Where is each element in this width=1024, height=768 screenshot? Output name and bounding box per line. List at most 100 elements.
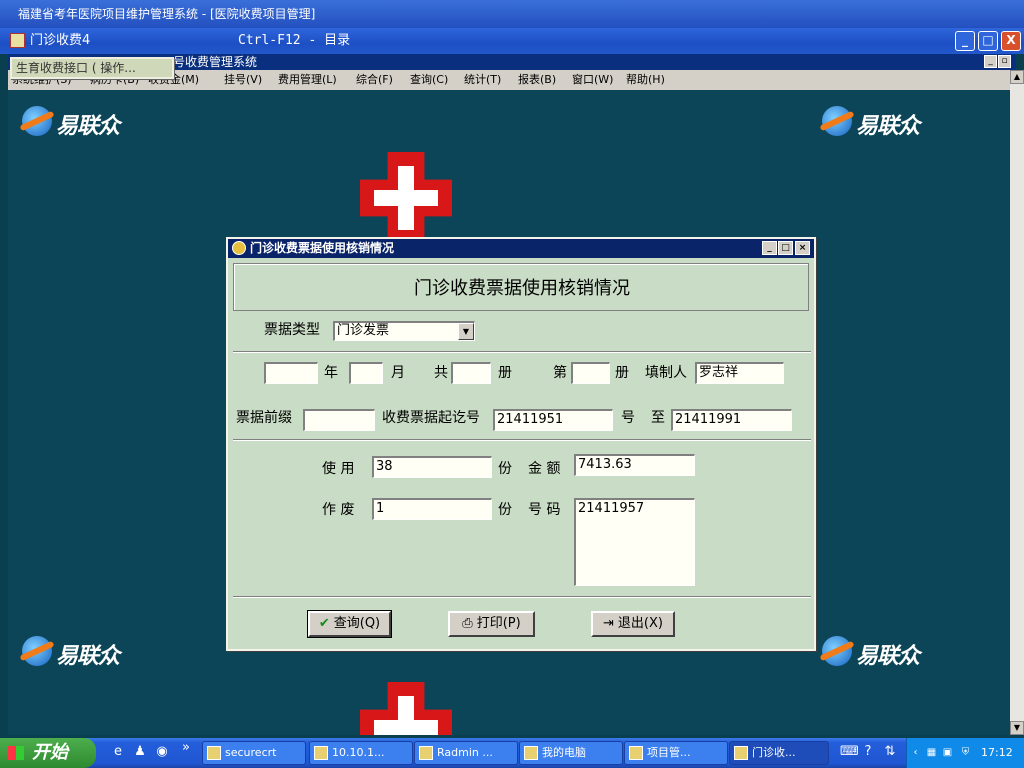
menu-item-general[interactable]: 综合(F)	[356, 70, 393, 90]
volume-number-field[interactable]	[571, 362, 610, 384]
taskbar-item-active[interactable]: 门诊收...	[729, 741, 829, 765]
logo-text: 易联众	[56, 644, 120, 669]
ticket-type-select[interactable]: 门诊发票 ▼	[333, 321, 475, 341]
taskbar-item[interactable]: securecrt	[202, 741, 306, 765]
amount-field[interactable]: 7413.63	[574, 454, 695, 476]
taskbar-item[interactable]: 我的电脑	[519, 741, 623, 765]
system-tray: ‹ ▦ ▣ ⛨ 17:12	[906, 738, 1024, 768]
amount-label: 金 额	[528, 461, 561, 477]
app-icon	[734, 746, 748, 760]
quicklaunch-more-icon[interactable]: »	[178, 740, 194, 756]
menu-item-help[interactable]: 帮助(H)	[626, 70, 665, 90]
help-icon[interactable]: ?	[860, 744, 876, 760]
inner-title: 号收费管理系统	[173, 55, 258, 69]
app-icon	[10, 33, 25, 48]
exit-button[interactable]: ⇥ 退出(X)	[591, 611, 675, 637]
prefix-field[interactable]	[303, 409, 375, 431]
main-window-titlebar[interactable]: 门诊收费4 Ctrl-F12 - 目录 _ □ X	[0, 28, 1024, 54]
dialog-close-button[interactable]: ×	[795, 241, 810, 255]
chevron-down-icon[interactable]: ▼	[458, 323, 474, 340]
printer-icon: ⎙	[462, 616, 473, 631]
ticket-type-label: 票据类型	[264, 322, 320, 338]
background-window-titlebar: 福建省考年医院项目维护管理系统 - [医院收费项目管理]	[0, 0, 1024, 28]
folder-icon	[207, 746, 221, 760]
end-number-field[interactable]: 21411991	[671, 409, 792, 431]
close-button[interactable]: X	[1001, 31, 1021, 51]
hao-label: 号	[621, 410, 635, 426]
start-button[interactable]: 开始	[0, 738, 96, 768]
brand-logo: 易联众	[822, 102, 932, 142]
dialog-titlebar[interactable]: 门诊收费票据使用核销情况 _ □ ×	[228, 239, 814, 258]
scroll-down-arrow-icon[interactable]: ▼	[1010, 721, 1024, 735]
checkmark-icon: ✔	[318, 616, 330, 631]
inner-restore-button[interactable]: ▫	[998, 55, 1011, 68]
menu-item-statistics[interactable]: 统计(T)	[464, 70, 501, 90]
interface-popup-label[interactable]: 生育收费接口 ( 操作...	[10, 57, 174, 79]
used-count-field[interactable]: 38	[372, 456, 492, 478]
start-number-label: 收费票据起讫号	[382, 410, 480, 426]
shield-icon[interactable]: ⛨	[959, 746, 972, 759]
query-button[interactable]: ✔ 查询(Q)	[307, 610, 392, 638]
screen: 福建省考年医院项目维护管理系统 - [医院收费项目管理] 门诊收费4 Ctrl-…	[0, 0, 1024, 768]
quicklaunch-icon[interactable]: ◉	[154, 744, 170, 760]
taskbar-item[interactable]: 10.10.1...	[309, 741, 413, 765]
to-label: 至	[651, 410, 665, 426]
taskbar-item[interactable]: 项目管...	[624, 741, 728, 765]
preparer-label: 填制人	[645, 365, 687, 381]
ticket-type-value: 门诊发票	[337, 323, 390, 338]
clock: 17:12	[981, 746, 1013, 759]
vertical-scrollbar[interactable]: ▲ ▼	[1010, 70, 1024, 735]
number-label: 号 码	[528, 502, 561, 518]
network-icon[interactable]: ▦	[925, 746, 938, 759]
menu-item-reports[interactable]: 报表(B)	[518, 70, 556, 90]
start-number-field[interactable]: 21411951	[493, 409, 613, 431]
logo-text: 易联众	[856, 644, 920, 669]
red-cross-icon	[360, 682, 452, 735]
menu-item-query[interactable]: 查询(C)	[410, 70, 448, 90]
dialog-maximize-button[interactable]: □	[778, 241, 793, 255]
scroll-up-arrow-icon[interactable]: ▲	[1010, 70, 1024, 84]
month-label: 月	[391, 365, 405, 381]
fen2-label: 份	[498, 502, 512, 518]
query-button-label: 查询(Q)	[333, 616, 381, 631]
print-button[interactable]: ⎙ 打印(P)	[448, 611, 535, 637]
inner-minimize-button[interactable]: _	[984, 55, 997, 68]
ie-icon[interactable]: e	[110, 744, 126, 760]
language-icon[interactable]: ⇅	[882, 744, 898, 760]
divider	[233, 596, 811, 598]
preparer-field[interactable]: 罗志祥	[695, 362, 784, 384]
nth-label: 第	[553, 365, 567, 381]
background-window-title: 福建省考年医院项目维护管理系统 - [医院收费项目管理]	[18, 7, 316, 21]
divider	[233, 351, 811, 353]
total-volumes-field[interactable]	[451, 362, 491, 384]
used-label: 使 用	[322, 461, 355, 477]
network-icon[interactable]: ▣	[941, 746, 954, 759]
year-label: 年	[324, 365, 338, 381]
void-count-field[interactable]: 1	[372, 498, 492, 520]
year-field[interactable]	[264, 362, 318, 384]
window-icon	[314, 746, 328, 760]
menu-item-cost-management[interactable]: 费用管理(L)	[278, 70, 337, 90]
brand-logo: 易联众	[22, 632, 132, 672]
brand-logo: 易联众	[22, 102, 132, 142]
void-numbers-textarea[interactable]: 21411957	[574, 498, 695, 586]
exit-button-label: 退出(X)	[617, 616, 663, 631]
dialog-header-panel: 门诊收费票据使用核销情况	[233, 263, 809, 311]
exit-door-icon: ⇥	[603, 616, 614, 631]
computer-icon	[524, 746, 538, 760]
quicklaunch-icon[interactable]: ♟	[132, 744, 148, 760]
invoice-usage-dialog: 门诊收费票据使用核销情况 _ □ × 门诊收费票据使用核销情况 票据类型 门诊发…	[226, 237, 816, 651]
taskbar-item[interactable]: Radmin ...	[414, 741, 518, 765]
menu-item-window[interactable]: 窗口(W)	[572, 70, 613, 90]
dialog-minimize-button[interactable]: _	[762, 241, 777, 255]
void-label: 作 废	[322, 502, 355, 518]
month-field[interactable]	[349, 362, 383, 384]
globe-icon	[22, 636, 52, 666]
print-button-label: 打印(P)	[476, 616, 521, 631]
tray-expand-icon[interactable]: ‹	[909, 746, 922, 759]
menu-item-register[interactable]: 挂号(V)	[224, 70, 262, 90]
minimize-button[interactable]: _	[955, 31, 975, 51]
maximize-button[interactable]: □	[978, 31, 998, 51]
keyboard-icon[interactable]: ⌨	[840, 744, 859, 760]
total-label: 共	[434, 365, 448, 381]
